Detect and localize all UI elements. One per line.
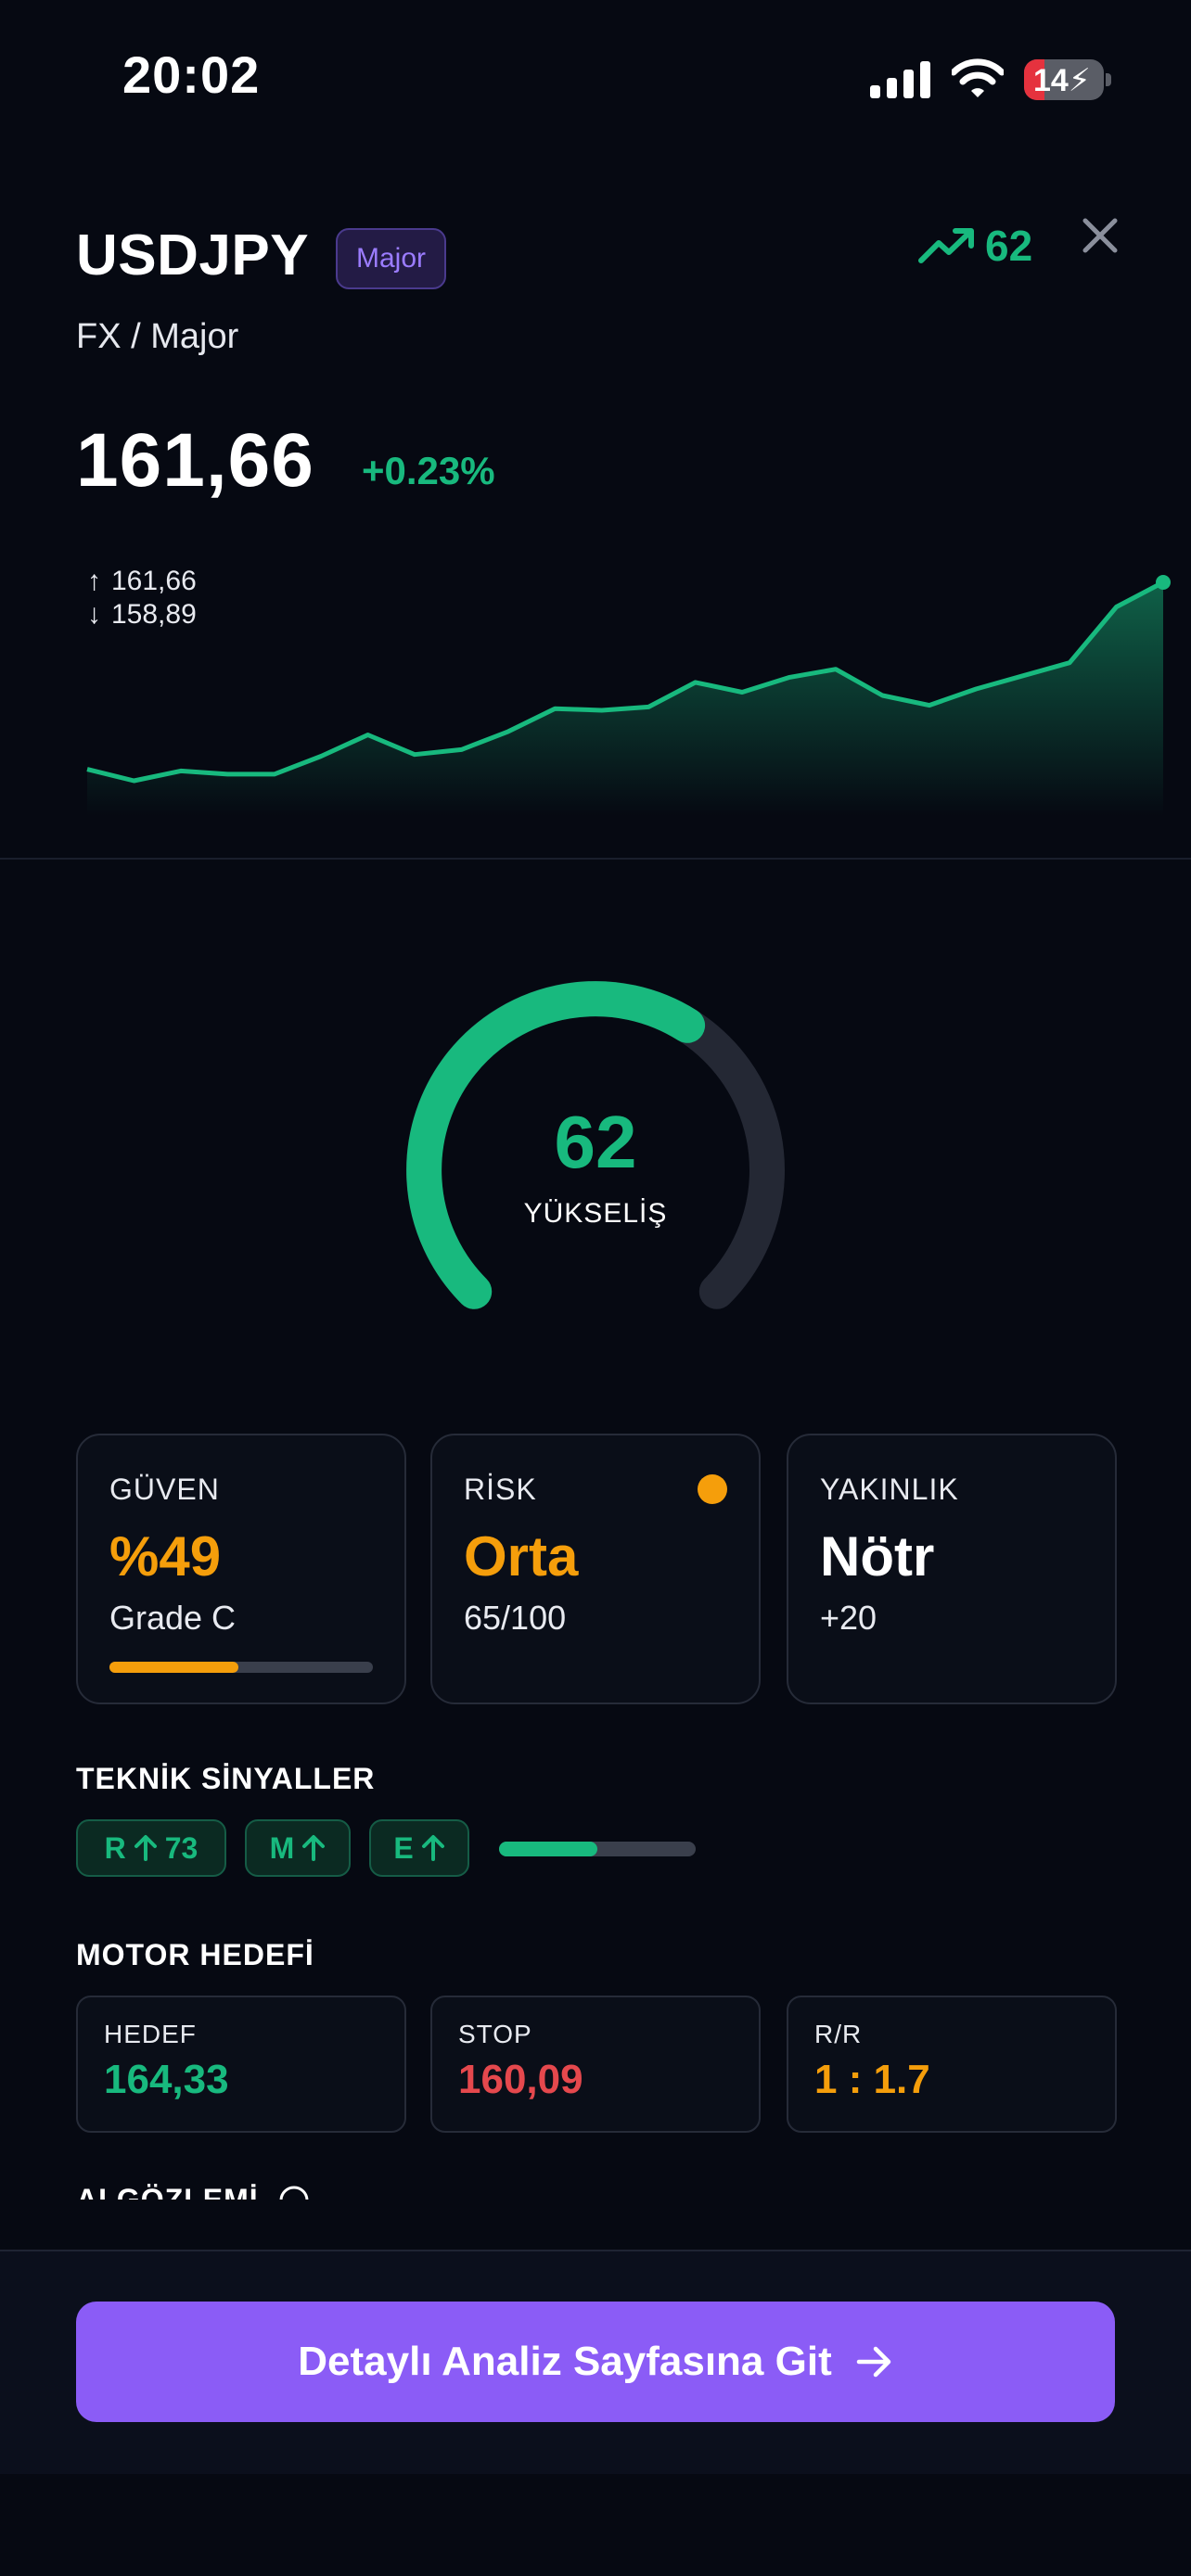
wifi-icon [952, 58, 1004, 97]
risk-reward-value: 1 : 1.7 [814, 2057, 930, 2102]
risk-status-dot [698, 1474, 727, 1504]
confidence-progress-fill [109, 1662, 239, 1673]
risk-label: RİSK [464, 1473, 537, 1506]
current-price: 161,66 [76, 418, 314, 503]
signal-strength-fill [499, 1842, 597, 1856]
arrow-up-icon [421, 1835, 444, 1861]
trending-up-icon [918, 228, 974, 263]
symbol-subtitle: FX / Major [76, 317, 239, 356]
stop-value: 160,09 [458, 2057, 583, 2102]
arrow-up-icon [302, 1835, 326, 1861]
stop-label: STOP [458, 2020, 532, 2048]
battery-icon: 14⚡ [1024, 59, 1104, 100]
signal-value: 73 [164, 1830, 198, 1865]
target-card: HEDEF 164,33 [76, 1996, 406, 2133]
status-time: 20:02 [122, 45, 261, 104]
confidence-progress-track [109, 1662, 373, 1673]
motor-target-title: MOTOR HEDEFİ [76, 1938, 314, 1971]
price-chart [86, 575, 1171, 816]
battery-tip [1106, 73, 1111, 86]
symbol-title: USDJPY [76, 223, 310, 287]
risk-card: RİSK Orta 65/100 [430, 1434, 761, 1704]
latest-price-dot [1156, 575, 1171, 590]
confidence-card: GÜVEN %49 Grade C [76, 1434, 406, 1704]
score-indicator: 62 [918, 221, 1032, 271]
section-divider [0, 858, 1191, 860]
arrow-up-icon [134, 1835, 157, 1861]
confidence-value: %49 [109, 1525, 222, 1588]
confidence-label: GÜVEN [109, 1473, 220, 1506]
info-icon[interactable] [278, 2185, 310, 2200]
battery-level: 14 [1033, 63, 1069, 98]
target-label: HEDEF [104, 2020, 197, 2048]
signal-letter: M [269, 1830, 295, 1865]
arrow-right-icon [856, 2346, 890, 2378]
gauge-label: YÜKSELİŞ [523, 1198, 668, 1229]
ai-observation-header: AI GÖZLEMİ [76, 2179, 447, 2200]
price-change: +0.23% [362, 449, 495, 492]
close-icon[interactable] [1076, 211, 1124, 260]
risk-reward-card: R/R 1 : 1.7 [787, 1996, 1117, 2133]
signal-letter: E [393, 1830, 414, 1865]
score-value: 62 [985, 222, 1033, 270]
proximity-label: YAKINLIK [820, 1473, 959, 1506]
proximity-card: YAKINLIK Nötr +20 [787, 1434, 1117, 1704]
confidence-grade: Grade C [109, 1599, 237, 1637]
signal-chip-r[interactable]: R 73 [76, 1819, 226, 1877]
signal-chip-e[interactable]: E [369, 1819, 469, 1877]
signal-strength-track [499, 1842, 696, 1856]
proximity-score: +20 [820, 1599, 877, 1637]
signal-letter: R [104, 1830, 126, 1865]
price-area-fill [87, 582, 1163, 816]
detailed-analysis-label: Detaylı Analiz Sayfasına Git [298, 2339, 832, 2384]
detailed-analysis-button[interactable]: Detaylı Analiz Sayfasına Git [76, 2302, 1115, 2422]
gauge-value: 62 [554, 1101, 637, 1183]
proximity-value: Nötr [820, 1525, 935, 1588]
ai-observation-title: AI GÖZLEMİ [76, 2183, 259, 2200]
risk-value: Orta [464, 1525, 579, 1588]
risk-score: 65/100 [464, 1599, 567, 1637]
category-badge: Major [336, 228, 447, 289]
risk-reward-label: R/R [814, 2020, 863, 2048]
technical-signals-title: TEKNİK SİNYALLER [76, 1762, 376, 1795]
target-value: 164,33 [104, 2057, 229, 2102]
cellular-signal-icon [870, 61, 930, 98]
stop-card: STOP 160,09 [430, 1996, 761, 2133]
signal-chip-m[interactable]: M [245, 1819, 351, 1877]
